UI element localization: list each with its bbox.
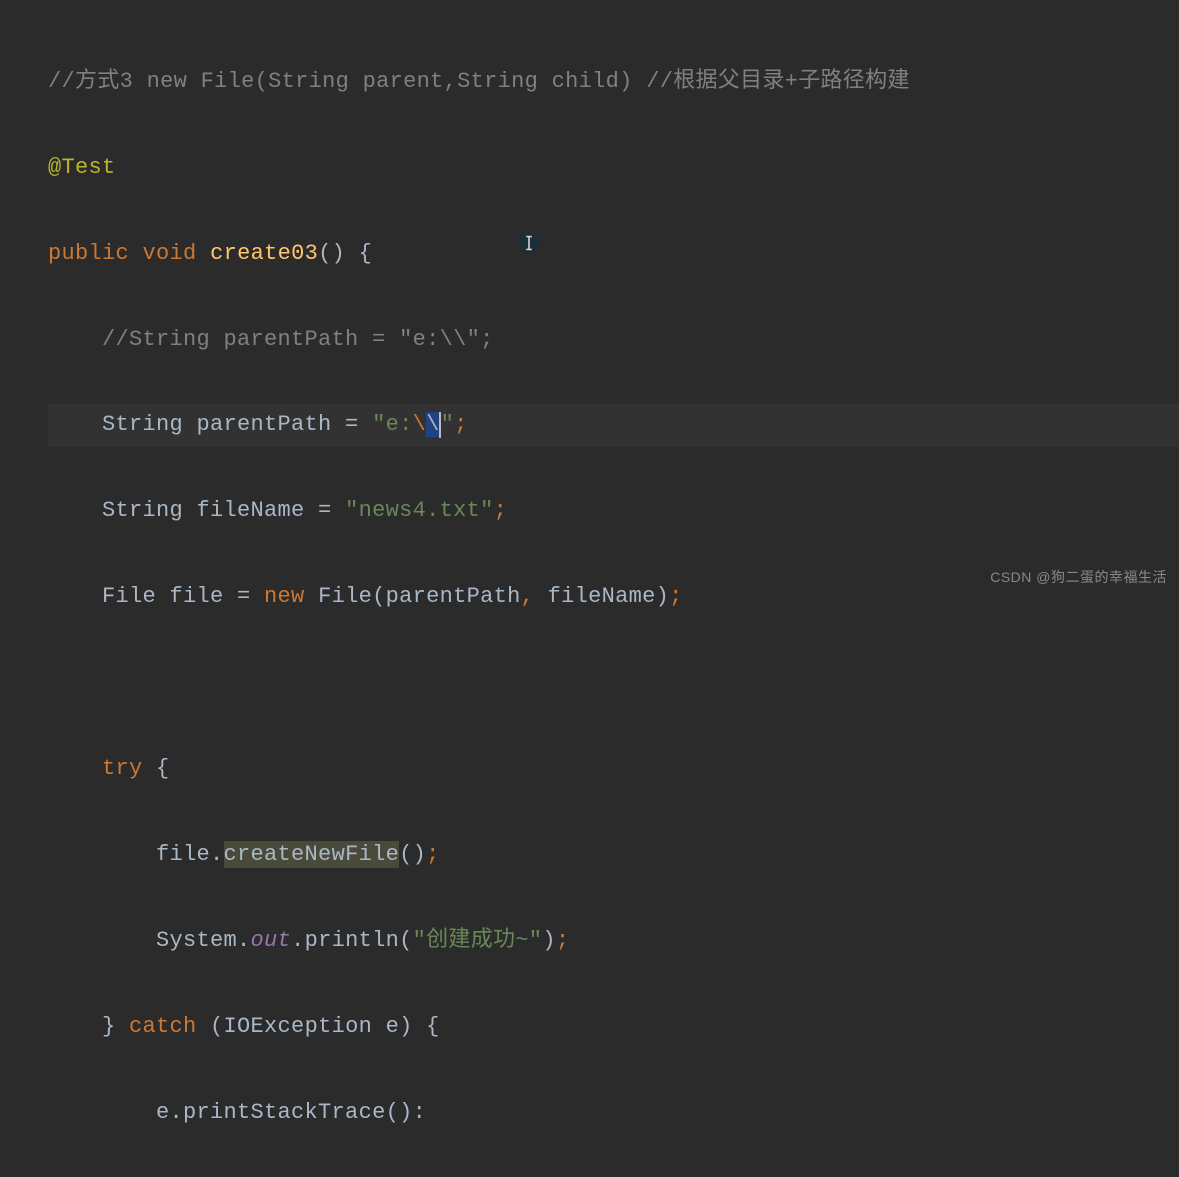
code-text: file. [156, 842, 224, 867]
method-name: create03 [210, 241, 318, 266]
code-text: System. [156, 928, 251, 953]
string-literal: " [441, 412, 455, 437]
code-text: .println( [291, 928, 413, 953]
semicolon: ; [426, 842, 440, 867]
string-literal: "e: [372, 412, 413, 437]
string-literal: "news4.txt" [345, 498, 494, 523]
keyword: void [143, 241, 197, 266]
code-text: (IOException e) { [197, 1014, 440, 1039]
semicolon: ; [556, 928, 570, 953]
code-line: String fileName = "news4.txt"; [48, 490, 1179, 533]
syntax: () { [318, 241, 372, 266]
code-line: System.out.println("创建成功~"); [48, 920, 1179, 963]
highlighted-method: createNewFile [224, 841, 400, 868]
code-line: //方式3 new File(String parent,String chil… [48, 61, 1179, 104]
code-text: e.printStackTrace(): [156, 1100, 426, 1125]
semicolon: ; [494, 498, 508, 523]
keyword: try [102, 756, 143, 781]
comment-text: //方式3 new File(String parent,String chil… [48, 69, 910, 94]
code-line: @Test [48, 147, 1179, 190]
code-line: file.createNewFile(); [48, 834, 1179, 877]
code-line-empty [48, 662, 1179, 705]
syntax: () [399, 842, 426, 867]
static-field: out [251, 928, 292, 953]
code-line: try { [48, 748, 1179, 791]
watermark-text: CSDN @狗二蛋的幸福生活 [990, 564, 1167, 591]
string-literal: "创建成功~" [413, 928, 543, 953]
keyword: catch [129, 1014, 197, 1039]
annotation-text: @Test [48, 155, 116, 180]
code-line: e.printStackTrace(): [48, 1092, 1179, 1135]
text-selection: \ [426, 412, 440, 437]
code-text: String fileName = [102, 498, 345, 523]
current-line-highlight: String parentPath = "e:\\"; [48, 404, 1179, 447]
code-line: } catch (IOException e) { [48, 1006, 1179, 1049]
semicolon: ; [454, 412, 468, 437]
keyword: public [48, 241, 129, 266]
syntax: { [143, 756, 170, 781]
code-line: //String parentPath = "e:\\"; [48, 319, 1179, 362]
code-line: public void create03() { [48, 233, 1179, 276]
code-text: String parentPath = [102, 412, 372, 437]
syntax: } [102, 1014, 129, 1039]
syntax: ) [542, 928, 556, 953]
escape-char: \ [413, 412, 427, 437]
comment-text: //String parentPath = "e:\\"; [102, 327, 494, 352]
